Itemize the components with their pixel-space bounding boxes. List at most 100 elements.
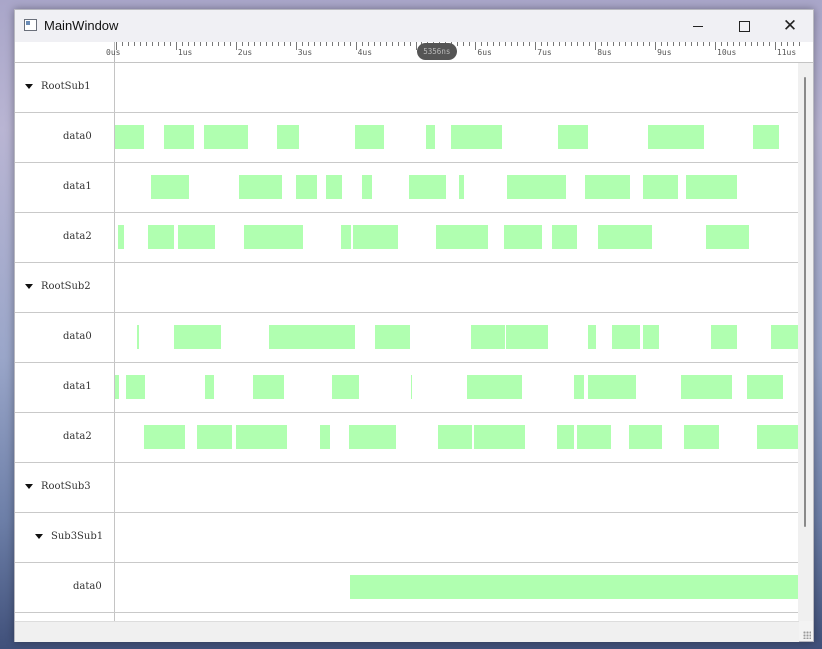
timeline-segment[interactable] [706, 225, 749, 249]
row-label[interactable]: RootSub1 [15, 63, 115, 112]
timeline-segment[interactable] [710, 325, 738, 349]
timeline-segment[interactable] [355, 125, 384, 149]
timeline-segment[interactable] [243, 225, 303, 249]
timeline-segment[interactable] [770, 325, 799, 349]
timeline-segment[interactable] [117, 225, 124, 249]
timeline-segment[interactable] [340, 225, 351, 249]
data-row[interactable]: data2 [15, 213, 799, 263]
timeline-segment[interactable] [681, 375, 733, 399]
vertical-scrollbar-thumb[interactable] [804, 77, 806, 527]
minimize-button[interactable] [675, 10, 721, 42]
timeline-segment[interactable] [467, 375, 523, 399]
timeline-segment[interactable] [686, 175, 738, 199]
data-row[interactable]: data0 [15, 313, 799, 363]
row-track[interactable] [115, 413, 799, 462]
timeline-segment[interactable] [349, 425, 396, 449]
timeline-segment[interactable] [573, 375, 585, 399]
row-track[interactable] [115, 513, 799, 562]
timeline-segment[interactable] [150, 175, 190, 199]
row-track[interactable] [115, 563, 799, 612]
timeline-segment[interactable] [438, 425, 473, 449]
timeline-segment[interactable] [557, 425, 575, 449]
group-row[interactable]: Sub3Sub1 [15, 513, 799, 563]
timeline-segment[interactable] [756, 425, 799, 449]
timeline-segment[interactable] [552, 225, 578, 249]
timeline-segment[interactable] [115, 375, 119, 399]
data-row[interactable] [15, 613, 799, 621]
timeline-segment[interactable] [629, 425, 662, 449]
timeline-segment[interactable] [178, 225, 216, 249]
timeline-segment[interactable] [611, 325, 640, 349]
expand-caret-icon[interactable] [25, 484, 33, 489]
row-track[interactable] [115, 313, 799, 362]
timeline-segment[interactable] [642, 325, 659, 349]
timeline-segment[interactable] [642, 175, 679, 199]
timeline-segment[interactable] [647, 125, 705, 149]
timeline-segment[interactable] [684, 425, 720, 449]
timeline-segment[interactable] [507, 175, 567, 199]
timeline-segment[interactable] [325, 175, 343, 199]
timeline-segment[interactable] [196, 425, 233, 449]
data-row[interactable]: data1 [15, 163, 799, 213]
timeline-segment[interactable] [362, 175, 373, 199]
timeline-segment[interactable] [577, 425, 611, 449]
title-bar[interactable]: MainWindow ✕ [15, 10, 813, 42]
group-row[interactable]: RootSub1 [15, 63, 799, 113]
timeline-segment[interactable] [296, 175, 317, 199]
timeline-segment[interactable] [505, 325, 549, 349]
timeline-view[interactable]: RootSub1 data0 data1 data2 RootSub2 data0 data… [15, 63, 799, 621]
timeline-segment[interactable] [319, 425, 330, 449]
timeline-segment[interactable] [408, 175, 447, 199]
group-row[interactable]: RootSub3 [15, 463, 799, 513]
timeline-segment[interactable] [115, 125, 145, 149]
row-track[interactable] [115, 613, 799, 621]
row-track[interactable] [115, 213, 799, 262]
horizontal-scrollbar[interactable] [15, 621, 799, 642]
timeline-segment[interactable] [558, 125, 588, 149]
timeline-segment[interactable] [352, 225, 398, 249]
timeline-segment[interactable] [470, 325, 505, 349]
timeline-segment[interactable] [588, 375, 636, 399]
expand-caret-icon[interactable] [25, 84, 33, 89]
timeline-segment[interactable] [276, 125, 299, 149]
data-row[interactable]: data0 [15, 113, 799, 163]
time-cursor-badge[interactable]: 5356ns [416, 43, 457, 60]
timeline-segment[interactable] [332, 375, 360, 399]
timeline-segment[interactable] [474, 425, 525, 449]
timeline-segment[interactable] [588, 325, 597, 349]
timeline-segment[interactable] [375, 325, 410, 349]
row-track[interactable] [115, 363, 799, 412]
timeline-segment[interactable] [205, 375, 215, 399]
timeline-segment[interactable] [598, 225, 653, 249]
time-ruler[interactable]: 0us1us2us3us4us5us6us7us8us9us10us11us53… [15, 42, 813, 63]
timeline-segment[interactable] [435, 225, 488, 249]
timeline-segment[interactable] [239, 175, 282, 199]
timeline-segment[interactable] [746, 375, 783, 399]
timeline-segment[interactable] [125, 375, 145, 399]
timeline-segment[interactable] [204, 125, 248, 149]
row-track[interactable] [115, 63, 799, 112]
timeline-segment[interactable] [503, 225, 543, 249]
timeline-segment[interactable] [426, 125, 435, 149]
timeline-segment[interactable] [410, 375, 412, 399]
timeline-segment[interactable] [349, 575, 799, 599]
resize-grip[interactable] [803, 631, 811, 639]
timeline-segment[interactable] [163, 125, 194, 149]
row-label[interactable]: RootSub3 [15, 463, 115, 512]
data-row[interactable]: data2 [15, 413, 799, 463]
vertical-scrollbar[interactable] [798, 63, 813, 621]
timeline-segment[interactable] [459, 175, 464, 199]
row-track[interactable] [115, 463, 799, 512]
row-track[interactable] [115, 163, 799, 212]
timeline-segment[interactable] [753, 125, 780, 149]
row-label[interactable]: RootSub2 [15, 263, 115, 312]
row-track[interactable] [115, 263, 799, 312]
timeline-segment[interactable] [236, 425, 287, 449]
data-row[interactable]: data1 [15, 363, 799, 413]
row-track[interactable] [115, 113, 799, 162]
timeline-segment[interactable] [144, 425, 185, 449]
timeline-segment[interactable] [585, 175, 630, 199]
close-button[interactable]: ✕ [767, 10, 813, 42]
row-label[interactable]: Sub3Sub1 [15, 513, 115, 562]
timeline-segment[interactable] [148, 225, 175, 249]
